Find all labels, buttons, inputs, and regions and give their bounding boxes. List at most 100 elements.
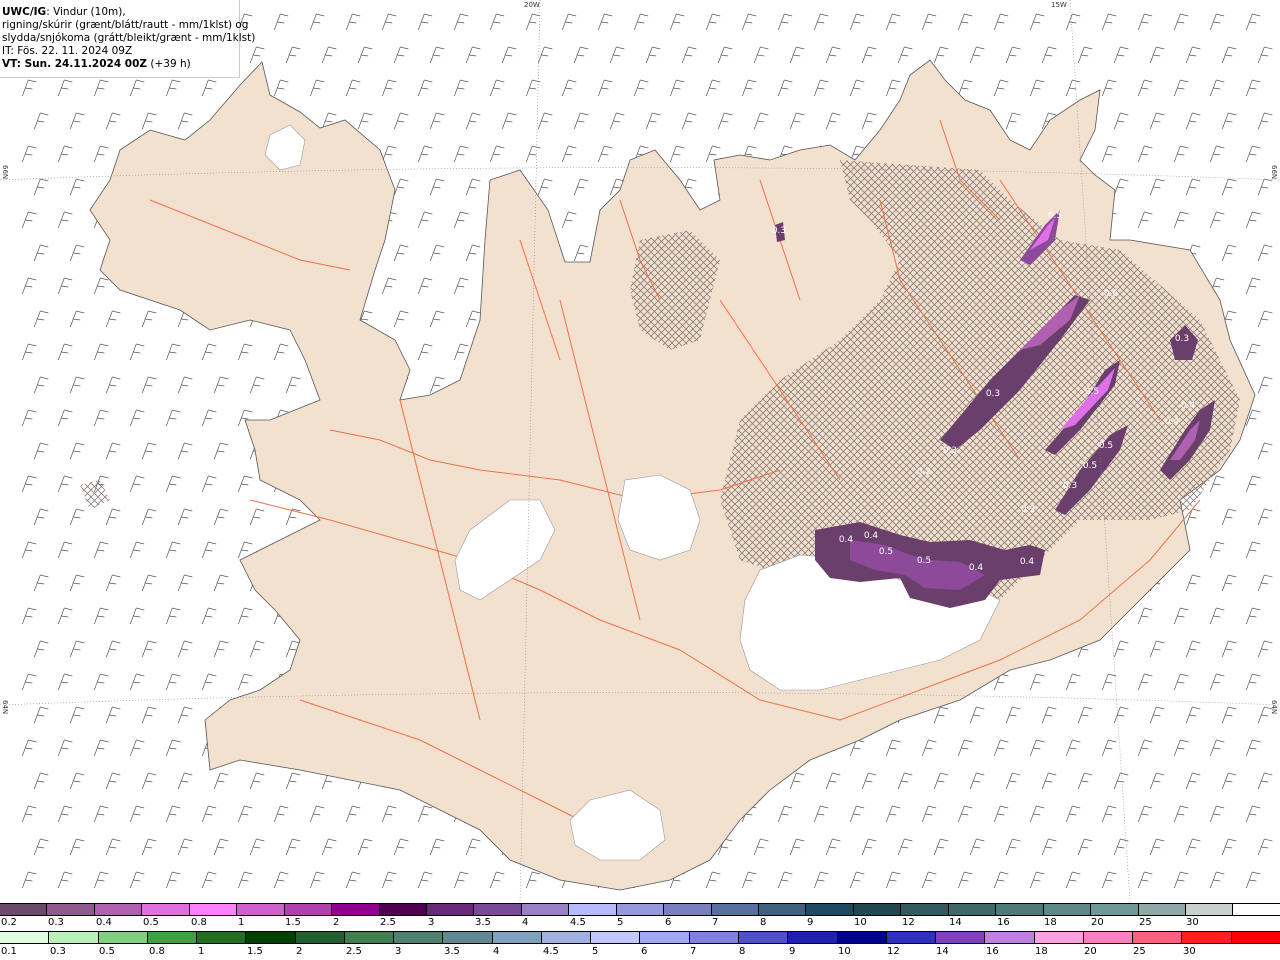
wind-barb [93, 343, 109, 361]
scale-label: 0.5 [99, 946, 115, 957]
precip-value-label: 0.3 [1175, 334, 1189, 344]
wind-barb [129, 673, 145, 691]
scale-swatch [0, 932, 50, 943]
wind-barb [21, 409, 37, 427]
scale-swatch [806, 904, 854, 915]
scale-label: 20 [1091, 917, 1104, 928]
rain-color-scale [0, 931, 1280, 944]
wind-barb [21, 805, 37, 823]
wind-barb [321, 46, 337, 64]
wind-barb [717, 112, 733, 130]
scale-swatch [295, 932, 345, 943]
wind-barb [525, 871, 541, 889]
snow-color-scale [0, 903, 1280, 916]
wind-barb [393, 112, 409, 130]
wind-barb [129, 805, 145, 823]
wind-barb [381, 13, 397, 31]
wind-barb [213, 442, 229, 460]
wind-barb [1185, 112, 1201, 130]
wind-barb [141, 376, 157, 394]
scale-label: 9 [807, 917, 814, 928]
wind-barb [597, 79, 613, 97]
wind-barb [1257, 112, 1273, 130]
scale-swatch [591, 932, 641, 943]
wind-barb [1149, 112, 1165, 130]
scale-label: 0.2 [1, 917, 17, 928]
wind-barb [273, 13, 289, 31]
wind-barb [501, 112, 517, 130]
wind-barb [1245, 541, 1261, 559]
wind-barb [1221, 640, 1237, 658]
wind-barb [453, 343, 469, 361]
wind-barb [1137, 673, 1153, 691]
scale-label: 0.1 [1, 946, 17, 957]
wind-barb [597, 145, 613, 163]
wind-barb [633, 13, 649, 31]
wind-barb [669, 13, 685, 31]
scale-label: 1 [198, 946, 205, 957]
wind-barb [1149, 706, 1165, 724]
scale-swatch [1034, 932, 1084, 943]
wind-barb [1221, 178, 1237, 196]
wind-barb [1041, 838, 1057, 856]
scale-swatch [1091, 904, 1139, 915]
wind-barb [213, 838, 229, 856]
scale-label: 30 [1183, 946, 1196, 957]
precip-value-label: 0.5 [879, 547, 893, 557]
wind-barb [561, 13, 577, 31]
lon-label-15w: 15W [1051, 1, 1067, 9]
wind-barb [177, 376, 193, 394]
wind-barb [825, 772, 841, 790]
wind-barb [1077, 772, 1093, 790]
wind-barb [501, 46, 517, 64]
wind-barb [21, 607, 37, 625]
scale-swatch [664, 904, 712, 915]
wind-barb [33, 838, 49, 856]
wind-barb [21, 871, 37, 889]
wind-barb [561, 145, 577, 163]
wind-barb [93, 79, 109, 97]
scale-swatch [1185, 904, 1234, 915]
wind-barb [489, 145, 505, 163]
wind-barb [969, 706, 985, 724]
scale-label: 1.5 [285, 917, 301, 928]
wind-barb [861, 838, 877, 856]
wind-barb [69, 442, 85, 460]
wind-barb [57, 739, 73, 757]
scale-label: 7 [712, 917, 719, 928]
scale-label: 12 [887, 946, 900, 957]
wind-barb [1209, 607, 1225, 625]
wind-barb [465, 838, 481, 856]
scale-swatch [948, 904, 997, 915]
precip-value-label: 0.5 [917, 556, 931, 566]
wind-barb [1077, 706, 1093, 724]
wind-barb [285, 508, 301, 526]
wind-barb [417, 277, 433, 295]
wind-barb [1137, 211, 1153, 229]
wind-barb [885, 79, 901, 97]
scale-label: 0.8 [149, 946, 165, 957]
wind-barb [1137, 739, 1153, 757]
wind-barb [1101, 739, 1117, 757]
scale-swatch [689, 932, 739, 943]
scale-swatch [94, 904, 143, 915]
wind-barb [381, 805, 397, 823]
wind-barb [381, 145, 397, 163]
wind-barb [165, 607, 181, 625]
precip-value-label: 0.3 [943, 446, 957, 456]
wind-barb [1173, 13, 1189, 31]
map-area[interactable]: 0.5 0.3 0.6 0.3 0.3 0.3 0.5 0.5 0.5 0.3 0.4 0.4 0.4 0… [0, 0, 1280, 902]
wind-barb [141, 706, 157, 724]
precip-value-label: 0.5 [1085, 387, 1099, 397]
map-canvas[interactable]: 0.50.30.60.30.30.30.50.50.50.30.40.40.4 0… [0, 0, 1280, 902]
scale-label: 0.3 [50, 946, 66, 957]
wind-barb [69, 112, 85, 130]
wind-barb [69, 574, 85, 592]
scale-label: 25 [1133, 946, 1146, 957]
scale-label: 2.5 [380, 917, 396, 928]
wind-barb [1005, 112, 1021, 130]
wind-barb [69, 640, 85, 658]
precip-value-label: 0.4 [864, 531, 879, 541]
scale-label: 4.5 [570, 917, 586, 928]
wind-barb [897, 772, 913, 790]
